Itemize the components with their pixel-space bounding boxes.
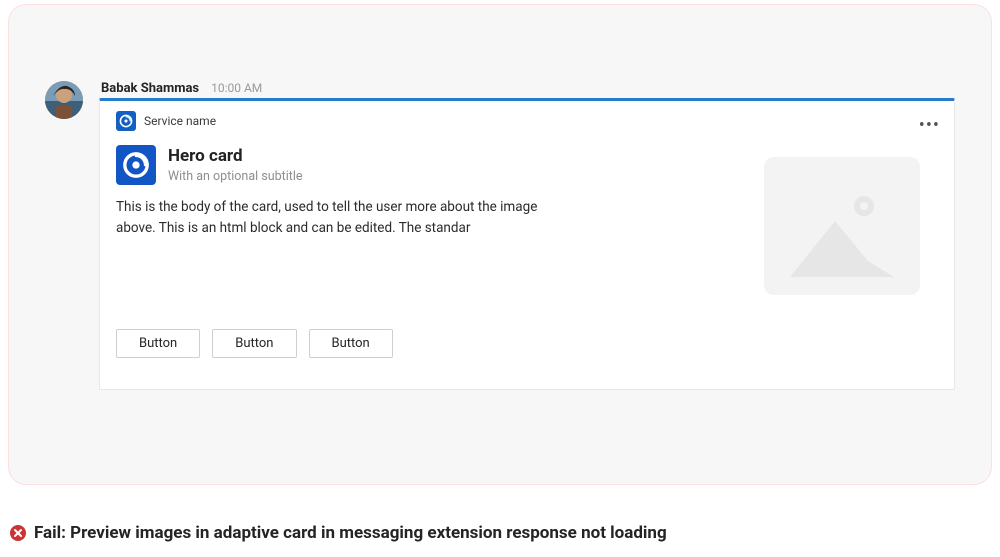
fail-caption: Fail: Preview images in adaptive card in… <box>10 523 667 543</box>
hero-card: Service name ••• <box>99 98 955 390</box>
card-button-2[interactable]: Button <box>212 329 296 358</box>
card-header: Service name <box>116 111 938 131</box>
message-block: Babak Shammas 10:00 AM Service name ••• <box>99 81 955 390</box>
sender-name: Babak Shammas <box>101 81 199 96</box>
card-body-text: This is the body of the card, used to te… <box>116 197 576 239</box>
image-placeholder-icon <box>760 151 924 301</box>
card-button-1[interactable]: Button <box>116 329 200 358</box>
title-stack: Hero card With an optional subtitle <box>168 145 303 185</box>
error-circle-icon <box>10 525 26 541</box>
avatar <box>45 81 83 119</box>
example-container: Babak Shammas 10:00 AM Service name ••• <box>8 4 992 485</box>
message-meta: Babak Shammas 10:00 AM <box>99 81 955 96</box>
service-name-label: Service name <box>144 114 216 128</box>
card-content: Hero card With an optional subtitle This… <box>116 145 938 301</box>
card-left-column: Hero card With an optional subtitle This… <box>116 145 576 301</box>
chat-row: Babak Shammas 10:00 AM Service name ••• <box>45 81 955 448</box>
message-time: 10:00 AM <box>211 81 262 95</box>
more-button[interactable]: ••• <box>919 115 940 136</box>
card-right-column <box>598 145 938 301</box>
card-title: Hero card <box>168 146 303 167</box>
card-button-3[interactable]: Button <box>309 329 393 358</box>
app-icon <box>116 145 156 185</box>
fail-text: Fail: Preview images in adaptive card in… <box>34 523 667 543</box>
service-icon <box>116 111 136 131</box>
card-subtitle: With an optional subtitle <box>168 169 303 184</box>
title-row: Hero card With an optional subtitle <box>116 145 576 185</box>
button-row: Button Button Button <box>116 329 938 358</box>
